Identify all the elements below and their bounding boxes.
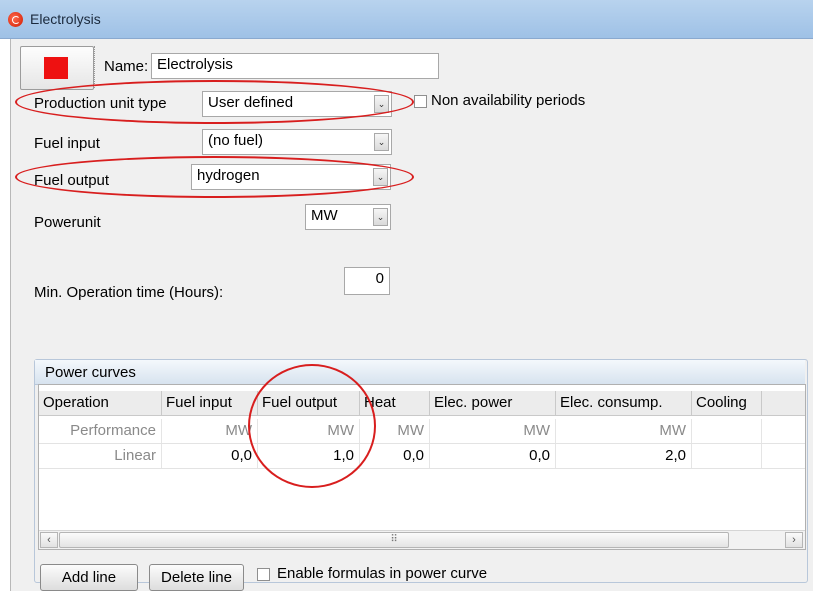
fuel-output-value: hydrogen bbox=[197, 167, 260, 184]
cell-cooling[interactable] bbox=[692, 419, 762, 443]
cell-heat[interactable]: MW bbox=[360, 419, 430, 443]
production-unit-type-value: User defined bbox=[208, 94, 294, 111]
app-logo-icon bbox=[8, 12, 23, 27]
scrollbar-thumb[interactable]: ⠿ bbox=[59, 532, 729, 548]
cell-fuel-input[interactable]: MW bbox=[162, 419, 258, 443]
unit-color-button[interactable] bbox=[20, 46, 94, 90]
production-unit-type-label: Production unit type bbox=[34, 95, 167, 112]
column-header-fuel-input[interactable]: Fuel input bbox=[162, 391, 258, 415]
non-availability-checkbox[interactable] bbox=[414, 95, 427, 108]
min-operation-label: Min. Operation time (Hours): bbox=[34, 284, 224, 301]
min-operation-field[interactable]: 0 bbox=[344, 267, 390, 295]
grid-header-row: Operation Fuel input Fuel output Heat El… bbox=[39, 391, 805, 416]
power-curves-title: Power curves bbox=[45, 364, 136, 381]
production-unit-type-select[interactable]: User defined ⌄ bbox=[202, 91, 392, 117]
column-header-elec-consump[interactable]: Elec. consump. bbox=[556, 391, 692, 415]
cell-elec-consump[interactable]: 2,0 bbox=[556, 444, 692, 468]
scroll-right-icon[interactable]: › bbox=[785, 532, 803, 548]
table-row[interactable]: Performance MW MW MW MW MW bbox=[39, 419, 805, 444]
fuel-input-select[interactable]: (no fuel) ⌄ bbox=[202, 129, 392, 155]
fuel-output-label: Fuel output bbox=[34, 172, 110, 189]
table-row[interactable]: Linear 0,0 1,0 0,0 0,0 2,0 bbox=[39, 444, 805, 469]
splitter-handle[interactable] bbox=[94, 46, 99, 88]
color-swatch bbox=[44, 57, 68, 79]
enable-formulas-label: Enable formulas in power curve bbox=[277, 565, 488, 582]
chevron-down-icon: ⌄ bbox=[374, 133, 389, 151]
cell-elec-consump[interactable]: MW bbox=[556, 419, 692, 443]
fuel-input-label: Fuel input bbox=[34, 135, 100, 152]
chevron-down-icon: ⌄ bbox=[373, 168, 388, 186]
power-curves-grid[interactable]: Operation Fuel input Fuel output Heat El… bbox=[38, 384, 806, 550]
add-line-button[interactable]: Add line bbox=[40, 564, 138, 591]
horizontal-scrollbar[interactable]: ‹ ⠿ › bbox=[39, 530, 805, 549]
powerunit-value: MW bbox=[311, 207, 338, 224]
grip-icon: ⠿ bbox=[390, 534, 398, 545]
title-bar: Electrolysis bbox=[0, 0, 813, 39]
power-curves-header: Power curves bbox=[35, 360, 805, 385]
cell-cooling[interactable] bbox=[692, 444, 762, 468]
cell-heat[interactable]: 0,0 bbox=[360, 444, 430, 468]
cell-elec-power[interactable]: MW bbox=[430, 419, 556, 443]
column-header-elec-power[interactable]: Elec. power bbox=[430, 391, 556, 415]
powerunit-select[interactable]: MW ⌄ bbox=[305, 204, 391, 230]
column-header-heat[interactable]: Heat bbox=[360, 391, 430, 415]
cell-operation: Linear bbox=[39, 444, 162, 468]
cell-fuel-output[interactable]: MW bbox=[258, 419, 360, 443]
fuel-input-value: (no fuel) bbox=[208, 132, 264, 149]
column-header-cooling[interactable]: Cooling bbox=[692, 391, 762, 415]
name-field[interactable]: Electrolysis bbox=[151, 53, 439, 79]
fuel-output-select[interactable]: hydrogen ⌄ bbox=[191, 164, 391, 190]
cell-fuel-input[interactable]: 0,0 bbox=[162, 444, 258, 468]
window-title: Electrolysis bbox=[30, 11, 101, 27]
scroll-left-icon[interactable]: ‹ bbox=[40, 532, 58, 548]
enable-formulas-checkbox[interactable] bbox=[257, 568, 270, 581]
delete-line-button[interactable]: Delete line bbox=[149, 564, 244, 591]
chevron-down-icon: ⌄ bbox=[374, 95, 389, 113]
powerunit-label: Powerunit bbox=[34, 214, 101, 231]
non-availability-label: Non availability periods bbox=[431, 92, 586, 109]
name-label: Name: bbox=[104, 58, 149, 75]
column-header-operation[interactable]: Operation bbox=[39, 391, 162, 415]
cell-operation: Performance bbox=[39, 419, 162, 443]
cell-fuel-output[interactable]: 1,0 bbox=[258, 444, 360, 468]
cell-elec-power[interactable]: 0,0 bbox=[430, 444, 556, 468]
chevron-down-icon: ⌄ bbox=[373, 208, 388, 226]
column-header-fuel-output[interactable]: Fuel output bbox=[258, 391, 360, 415]
